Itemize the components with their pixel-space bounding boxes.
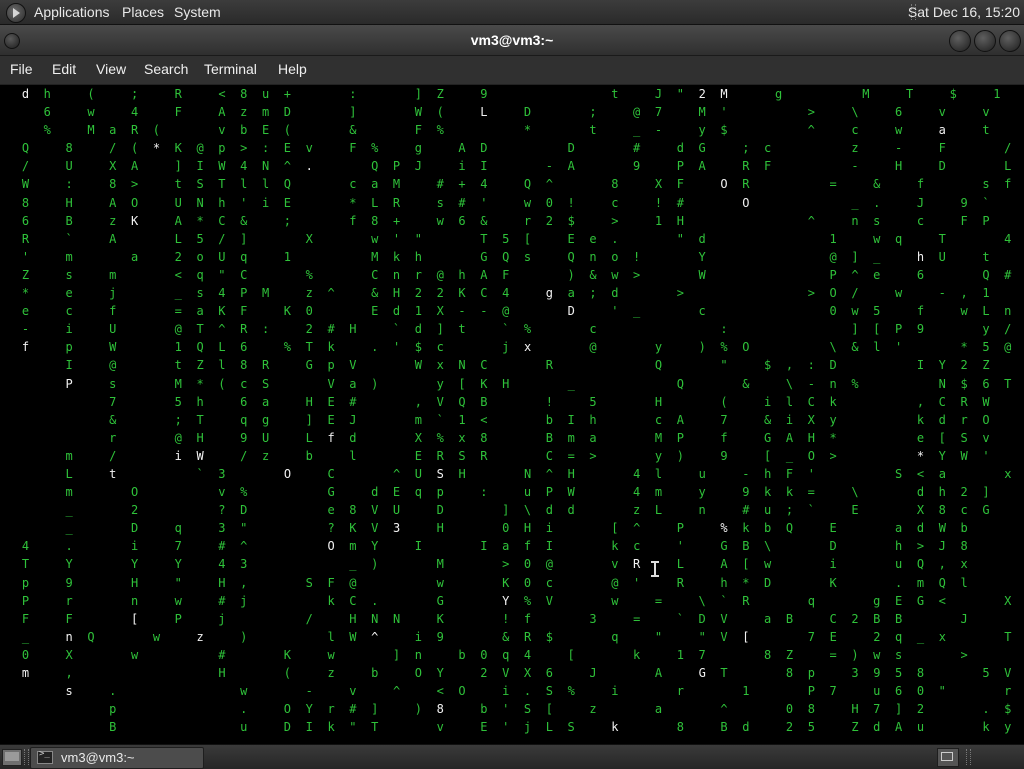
taskbar-button-label: vm3@vm3:~ [61, 750, 135, 765]
workspace-switcher-icon[interactable] [937, 748, 959, 767]
terminal-icon [37, 749, 53, 764]
menu-edit[interactable]: Edit [52, 61, 76, 77]
distro-logo-icon[interactable] [6, 3, 26, 23]
menu-terminal[interactable]: Terminal [204, 61, 257, 77]
taskbar-button-terminal[interactable]: vm3@vm3:~ [30, 747, 204, 769]
menu-search[interactable]: Search [144, 61, 188, 77]
panel-separator [24, 749, 29, 765]
menu-file[interactable]: File [10, 61, 33, 77]
places-menu[interactable]: Places [122, 4, 164, 20]
text-cursor-ibeam [651, 561, 659, 577]
minimize-button[interactable] [949, 30, 971, 52]
terminal-content[interactable]: d h ( ; R < 8 u + : ] Z 9 t J " 2 M g M … [0, 85, 1024, 741]
terminal-menubar: File Edit View Search Terminal Help [0, 56, 1024, 85]
matrix-rain-output: d h ( ; R < 8 u + : ] Z 9 t J " 2 M g M … [21, 87, 1024, 735]
panel-separator [966, 749, 971, 765]
maximize-button[interactable] [974, 30, 996, 52]
clock[interactable]: Sat Dec 16, 15:20 [908, 4, 1020, 20]
menu-view[interactable]: View [96, 61, 126, 77]
show-desktop-icon[interactable] [2, 749, 22, 766]
window-titlebar[interactable]: vm3@vm3:~ [0, 25, 1024, 56]
top-panel: Applications Places System Sat Dec 16, 1… [0, 0, 1024, 25]
close-button[interactable] [999, 30, 1021, 52]
menu-help[interactable]: Help [278, 61, 307, 77]
window-title: vm3@vm3:~ [470, 32, 554, 48]
system-menu[interactable]: System [174, 4, 221, 20]
applications-menu[interactable]: Applications [34, 4, 110, 20]
bottom-panel: vm3@vm3:~ [0, 744, 1024, 769]
